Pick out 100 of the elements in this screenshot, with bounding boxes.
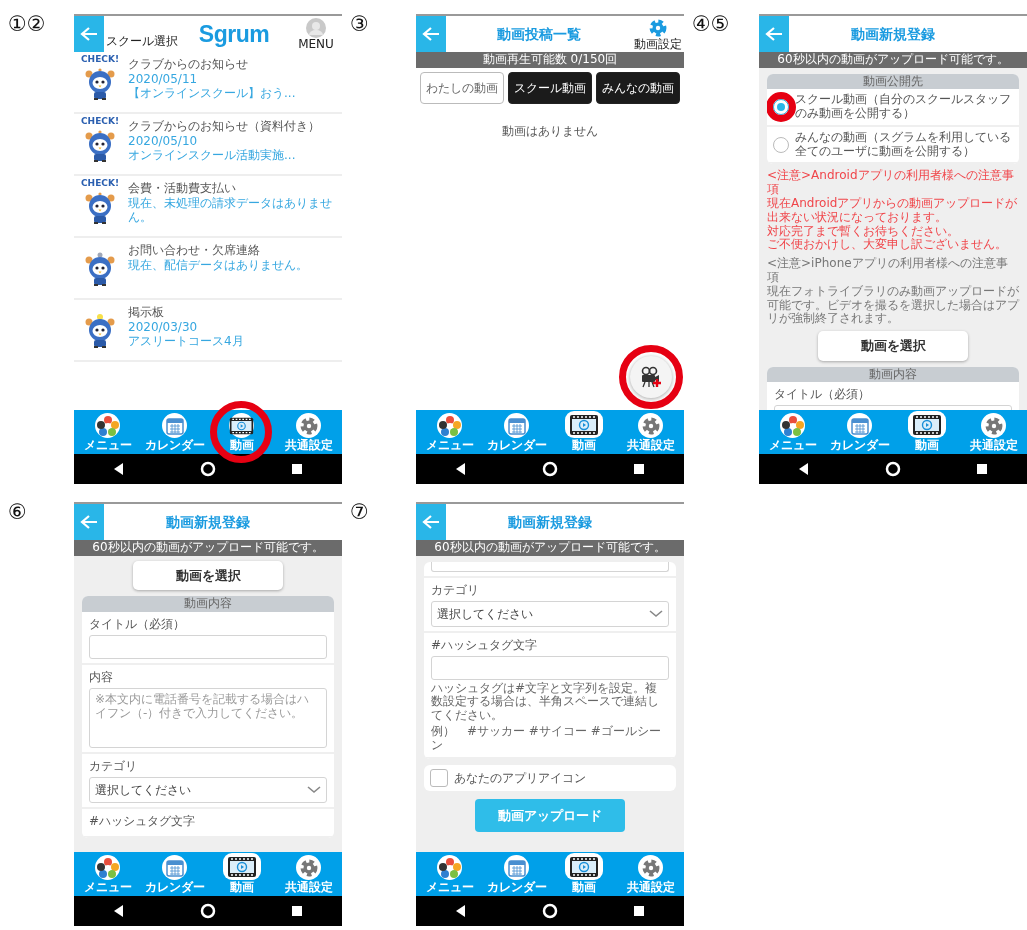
field-label: 内容	[89, 668, 114, 686]
notice-list-item[interactable]: CHECK! 会費・活動費支払い 現在、未処理の請求データはありません。	[74, 176, 342, 238]
notice-text: 現在Androidアプリからの動画アップロードが出来ない状況になっております。	[767, 196, 1019, 224]
back-arrow-icon	[422, 26, 440, 42]
logo-icon	[96, 856, 119, 879]
notice-summary: 現在、配信データはありません。	[128, 258, 308, 273]
textarea-field[interactable]: ※本文内に電話番号を記載する場合はハイフン（-）付きで入力してください。	[89, 687, 327, 748]
back-label[interactable]: スクール選択	[106, 32, 178, 50]
nav-item[interactable]: 共通設定	[626, 852, 675, 896]
textarea-field[interactable]	[431, 561, 669, 572]
radio-button[interactable]	[773, 136, 789, 153]
step-number: ④⑤	[692, 14, 731, 35]
calendar-icon	[507, 858, 526, 877]
info-banner: 動画再生可能数 0/150回	[416, 52, 684, 68]
screen-title: 動画新規登録	[850, 24, 936, 44]
notice-text: 現在フォトライブラリのみ動画アップロードが可能です。ビデオを撮るを選択した場合はアプリが強制終了されます。	[767, 284, 1019, 327]
chevron-down-icon	[649, 609, 663, 618]
settings-icon	[983, 415, 1004, 436]
back-arrow-icon	[80, 26, 98, 42]
notice-title: クラブからのお知らせ（資料付き）	[128, 119, 320, 134]
select-field[interactable]: 選択してください	[89, 776, 327, 803]
home-icon[interactable]	[200, 461, 216, 477]
screen-title: 動画投稿一覧	[496, 24, 582, 44]
nav-item[interactable]: 共通設定	[969, 410, 1018, 454]
screen-title: 動画新規登録	[165, 512, 251, 532]
settings-icon	[298, 415, 319, 436]
text-field[interactable]	[89, 634, 327, 659]
text-field[interactable]	[431, 655, 669, 680]
select-field[interactable]: 選択してください	[431, 600, 669, 627]
notice-title: お問い合わせ・欠席連絡	[128, 243, 261, 258]
settings-icon	[640, 857, 661, 878]
mascot-drawing	[83, 251, 117, 287]
notice-date: 2020/05/11	[128, 72, 199, 87]
field-label: タイトル（必須）	[89, 615, 186, 633]
chevron-down-icon	[307, 785, 321, 794]
notice-title: 会費・活動費支払い	[128, 181, 237, 196]
section-header: 動画公開先	[767, 73, 1019, 90]
back-arrow-icon	[422, 514, 440, 530]
notice-text: ご不便おかけし、大変申し訳ございません。	[767, 238, 1008, 253]
radio-label[interactable]: スクール動画（自分のスクールスタッフのみ動画を公開する）	[795, 93, 1013, 121]
upload-button[interactable]: 動画アップロード	[475, 798, 625, 833]
nav-item[interactable]: メニュー	[83, 410, 132, 454]
notice-list-item[interactable]: CHECK! クラブからのお知らせ 2020/05/11 【オンラインスクール】おう...	[74, 52, 342, 114]
section-header: 動画内容	[82, 596, 334, 612]
help-text: ハッシュタグは#文字と文字列を設定。複数設定する場合は、半角スペースで連結してください。	[431, 681, 660, 723]
nav-item[interactable]: 共通設定	[284, 852, 333, 896]
back-arrow-icon	[765, 26, 783, 42]
home-icon[interactable]	[542, 461, 558, 477]
tab[interactable]: みんなの動画	[596, 71, 680, 104]
step-number: ①②	[8, 14, 47, 35]
logo-icon	[96, 414, 119, 437]
checkbox[interactable]	[430, 768, 448, 787]
home-icon[interactable]	[200, 903, 216, 919]
field-label: #ハッシュタグ文字	[89, 812, 197, 830]
notice-date: 2020/03/30	[128, 320, 199, 335]
field-label: #ハッシュタグ文字	[431, 636, 539, 654]
video-settings-button[interactable]: 動画設定	[632, 16, 684, 52]
calendar-icon	[165, 416, 184, 435]
info-banner: 60秒以内の動画がアップロード可能です。	[74, 540, 342, 556]
notice-list-item[interactable]: お問い合わせ・欠席連絡 現在、配信データはありません。	[74, 238, 342, 300]
tab[interactable]: わたしの動画	[420, 71, 504, 104]
nav-item[interactable]: カレンダー	[144, 410, 205, 454]
notice-summary: 現在、未処理の請求データはありません。	[128, 196, 333, 225]
home-icon[interactable]	[542, 903, 558, 919]
nav-item[interactable]: メニュー	[425, 852, 474, 896]
nav-item[interactable]: カレンダー	[486, 852, 547, 896]
nav-item[interactable]: 共通設定	[626, 410, 675, 454]
nav-item[interactable]: カレンダー	[144, 852, 205, 896]
notice-list-item[interactable]: CHECK! クラブからのお知らせ（資料付き） 2020/05/10 オンラインスクール活動実施...	[74, 114, 342, 176]
field-label: カテゴリ	[89, 757, 138, 775]
select-video-button[interactable]: 動画を選択	[133, 560, 283, 591]
field-label: カテゴリ	[431, 581, 480, 599]
avatar-icon	[306, 18, 326, 38]
notice-summary: 【オンラインスクール】おう...	[128, 86, 296, 101]
nav-item[interactable]: メニュー	[425, 410, 474, 454]
notice-title: 掲示板	[128, 305, 165, 320]
section-header: 動画内容	[767, 366, 1019, 383]
nav-item[interactable]: メニュー	[83, 852, 132, 896]
nav-item[interactable]: カレンダー	[486, 410, 547, 454]
logo-icon	[438, 856, 461, 879]
notice-date: 2020/05/10	[128, 134, 199, 149]
app-logo: Sgrum	[197, 19, 271, 49]
menu-button[interactable]: MENU	[290, 16, 342, 52]
select-video-button[interactable]: 動画を選択	[818, 331, 968, 361]
film-icon	[911, 413, 942, 436]
nav-item[interactable]: 共通設定	[284, 410, 333, 454]
mascot-caption: CHECK!	[81, 179, 119, 189]
radio-label[interactable]: みんなの動画（スグラムを利用している全てのユーザに動画を公開する）	[795, 130, 1013, 159]
notice-summary: オンラインスクール活動実施...	[128, 148, 297, 163]
settings-icon	[298, 857, 319, 878]
calendar-icon	[165, 858, 184, 877]
step-number: ③	[350, 14, 370, 35]
home-icon[interactable]	[885, 461, 901, 477]
notice-list-item[interactable]: 掲示板 2020/03/30 アスリートコース4月	[74, 300, 342, 362]
field-label: タイトル（必須）	[774, 386, 871, 404]
tab[interactable]: スクール動画	[508, 71, 592, 104]
empty-message: 動画はありません	[501, 122, 599, 140]
nav-item[interactable]: メニュー	[768, 410, 817, 454]
add-video-button[interactable]	[630, 356, 672, 398]
nav-item[interactable]: カレンダー	[829, 410, 890, 454]
